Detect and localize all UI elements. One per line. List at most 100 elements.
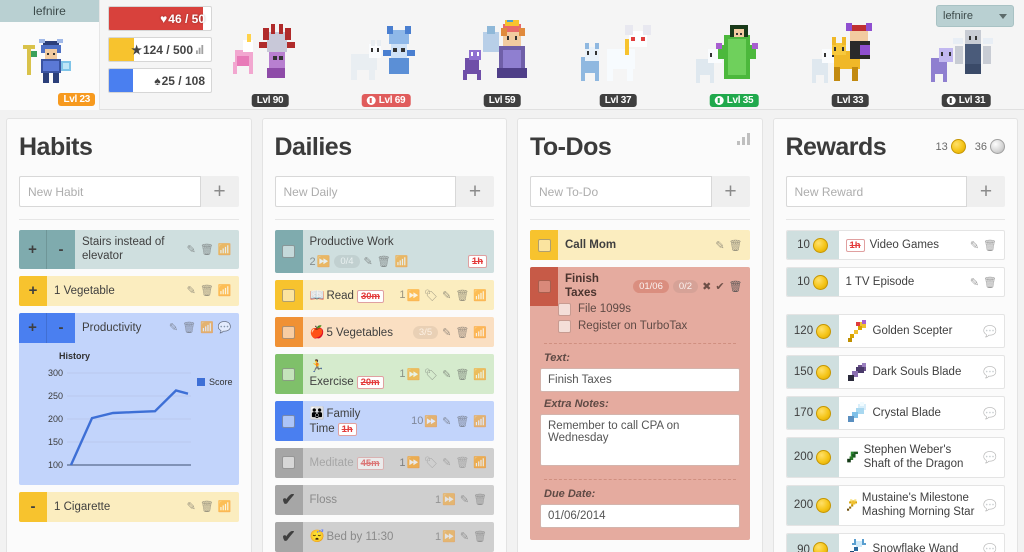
daily-row[interactable]: Productive Work 2 ⏩ 0/4 ✎ 🗑 📶 1h <box>274 230 494 274</box>
user-avatar[interactable]: Lvl 23 <box>0 22 99 110</box>
reward-row[interactable]: 10 1 TV Episode ✎ 🗑 <box>785 267 1005 297</box>
subtask-row[interactable]: Register on TurboTax <box>540 318 740 335</box>
party-member[interactable]: Lvl 37 <box>560 0 676 110</box>
health-bar[interactable]: ♥ 46 / 50 <box>108 6 212 31</box>
todo-notes-textarea[interactable]: Remember to call CPA on Wednesday <box>540 413 740 466</box>
habit-row[interactable]: + 1 Vegetable ✎ 🗑 📶 <box>19 275 239 306</box>
reward-row[interactable]: 10 1h Video Games ✎ 🗑 <box>785 230 1005 260</box>
edit-icon[interactable]: ✎ <box>187 284 196 297</box>
habit-up-button[interactable]: + <box>19 230 47 269</box>
chart-icon[interactable]: 📶 <box>218 284 232 297</box>
daily-row[interactable]: 👪 Family Time 1h 10 ⏩ ✎ 🗑 📶 <box>274 401 494 441</box>
chat-icon[interactable]: 💬 <box>218 321 232 334</box>
delete-icon[interactable]: 🗑 <box>455 326 469 339</box>
chart-icon[interactable]: 📶 <box>473 456 487 469</box>
todo-checkbox[interactable] <box>530 230 558 260</box>
delete-icon[interactable]: 🗑 <box>200 500 214 513</box>
edit-icon[interactable]: ✎ <box>187 243 196 256</box>
edit-icon[interactable]: ✎ <box>460 493 469 506</box>
daily-checkbox[interactable] <box>274 354 303 395</box>
delete-icon[interactable]: 🗑 <box>455 289 469 302</box>
todo-checkbox[interactable] <box>530 267 558 306</box>
habit-down-button[interactable]: - <box>19 491 47 522</box>
delete-icon[interactable]: 🗑 <box>983 276 997 289</box>
experience-bar[interactable]: ★ 124 / 500 <box>108 37 212 62</box>
edit-icon[interactable]: ✎ <box>169 321 178 334</box>
reward-row[interactable]: 150 Dark Souls Blade 💬 <box>785 355 1005 389</box>
daily-row[interactable]: 🍎 5 Vegetables 3/5 ✎ 🗑 📶 <box>274 317 494 348</box>
add-reward-button[interactable]: + <box>967 176 1005 207</box>
party-member[interactable]: Lvl 33 <box>792 0 908 110</box>
new-daily-input[interactable] <box>274 176 456 207</box>
edit-icon[interactable]: ✎ <box>442 289 451 302</box>
chart-icon[interactable]: 📶 <box>395 255 409 268</box>
edit-icon[interactable]: ✎ <box>187 500 196 513</box>
todo-row[interactable]: Finish Taxes 01/06 0/2 ✖ ✔ 🗑 <box>530 267 750 306</box>
user-select-dropdown[interactable]: lefnire <box>936 5 1014 27</box>
chart-icon[interactable]: 📶 <box>218 500 232 513</box>
chart-icon[interactable]: 📶 <box>200 321 214 334</box>
chart-icon[interactable]: 📶 <box>473 415 487 428</box>
delete-icon[interactable]: 🗑 <box>182 321 196 334</box>
tag-icon[interactable]: 🏷 <box>424 368 438 381</box>
edit-icon[interactable]: ✎ <box>364 255 373 268</box>
chat-icon[interactable]: 💬 <box>983 325 997 338</box>
delete-icon[interactable]: 🗑 <box>200 284 214 297</box>
tag-icon[interactable]: 🏷 <box>424 289 438 302</box>
delete-icon[interactable]: 🗑 <box>200 243 214 256</box>
habit-down-button[interactable]: - <box>47 230 75 269</box>
delete-icon[interactable]: 🗑 <box>377 255 391 268</box>
daily-checkbox[interactable] <box>274 280 303 311</box>
user-avatar-panel[interactable]: lefnire Lvl 23 <box>0 0 100 110</box>
party-member[interactable]: Lvl 35 <box>676 0 792 110</box>
daily-checkbox[interactable] <box>274 447 303 478</box>
daily-checkbox[interactable] <box>274 317 303 348</box>
new-reward-input[interactable] <box>785 176 967 207</box>
edit-icon[interactable]: ✎ <box>442 456 451 469</box>
edit-icon[interactable]: ✎ <box>715 239 724 252</box>
chat-icon[interactable]: 💬 <box>983 499 997 512</box>
habit-row[interactable]: + - Productivity ✎ 🗑 📶 💬 <box>19 312 239 343</box>
chart-icon[interactable]: 📶 <box>473 368 487 381</box>
reward-row[interactable]: 90 Snowflake Wand 💬 <box>785 532 1005 552</box>
close-icon[interactable]: ✖ <box>702 280 711 293</box>
daily-row[interactable]: ✔ 😴 Bed by 11:30 1 ⏩ ✎ 🗑 <box>274 521 494 552</box>
add-todo-button[interactable]: + <box>712 176 750 207</box>
delete-icon[interactable]: 🗑 <box>455 368 469 381</box>
daily-checkbox[interactable]: ✔ <box>274 521 303 552</box>
chat-icon[interactable]: 💬 <box>983 543 997 552</box>
chat-icon[interactable]: 💬 <box>983 451 997 464</box>
edit-icon[interactable]: ✎ <box>442 415 451 428</box>
chart-icon[interactable]: 📶 <box>218 243 232 256</box>
party-member[interactable]: Lvl 59 <box>444 0 560 110</box>
add-daily-button[interactable]: + <box>456 176 494 207</box>
daily-row[interactable]: 🏃Exercise 20m 1 ⏩ 🏷 ✎ 🗑 📶 <box>274 354 494 395</box>
daily-row[interactable]: ✔ Floss 1 ⏩ ✎ 🗑 <box>274 484 494 515</box>
reward-row[interactable]: 170 Crystal Blade 💬 <box>785 396 1005 430</box>
delete-icon[interactable]: 🗑 <box>455 415 469 428</box>
party-member[interactable]: Lvl 69 <box>328 0 444 110</box>
add-habit-button[interactable]: + <box>201 176 239 207</box>
delete-icon[interactable]: 🗑 <box>455 456 469 469</box>
edit-icon[interactable]: ✎ <box>970 239 979 252</box>
todo-row[interactable]: Call Mom ✎ 🗑 <box>530 230 750 260</box>
chat-icon[interactable]: 💬 <box>983 366 997 379</box>
daily-row[interactable]: 📖 Read 30m 1 ⏩ 🏷 ✎ 🗑 📶 <box>274 280 494 311</box>
edit-icon[interactable]: ✎ <box>970 276 979 289</box>
mana-bar[interactable]: ♠ 25 / 108 <box>108 68 212 93</box>
stats-chart-icon[interactable] <box>196 45 205 54</box>
chart-icon[interactable]: 📶 <box>473 289 487 302</box>
check-icon[interactable]: ✔ <box>715 280 724 293</box>
habit-up-button[interactable]: + <box>19 312 47 343</box>
todo-text-input[interactable] <box>540 367 740 392</box>
daily-checkbox[interactable]: ✔ <box>274 484 303 515</box>
new-todo-input[interactable] <box>530 176 712 207</box>
reward-row[interactable]: 200 Stephen Weber's Shaft of the Dragon … <box>785 437 1005 478</box>
party-member[interactable]: Lvl 90 <box>212 0 328 110</box>
habit-row[interactable]: + - Stairs instead of elevator ✎ 🗑 📶 <box>19 230 239 269</box>
edit-icon[interactable]: ✎ <box>460 530 469 543</box>
reward-row[interactable]: 120 Golden Scepter 💬 <box>785 314 1005 348</box>
delete-icon[interactable]: 🗑 <box>729 280 743 293</box>
delete-icon[interactable]: 🗑 <box>473 493 487 506</box>
habit-up-button[interactable]: + <box>19 275 47 306</box>
